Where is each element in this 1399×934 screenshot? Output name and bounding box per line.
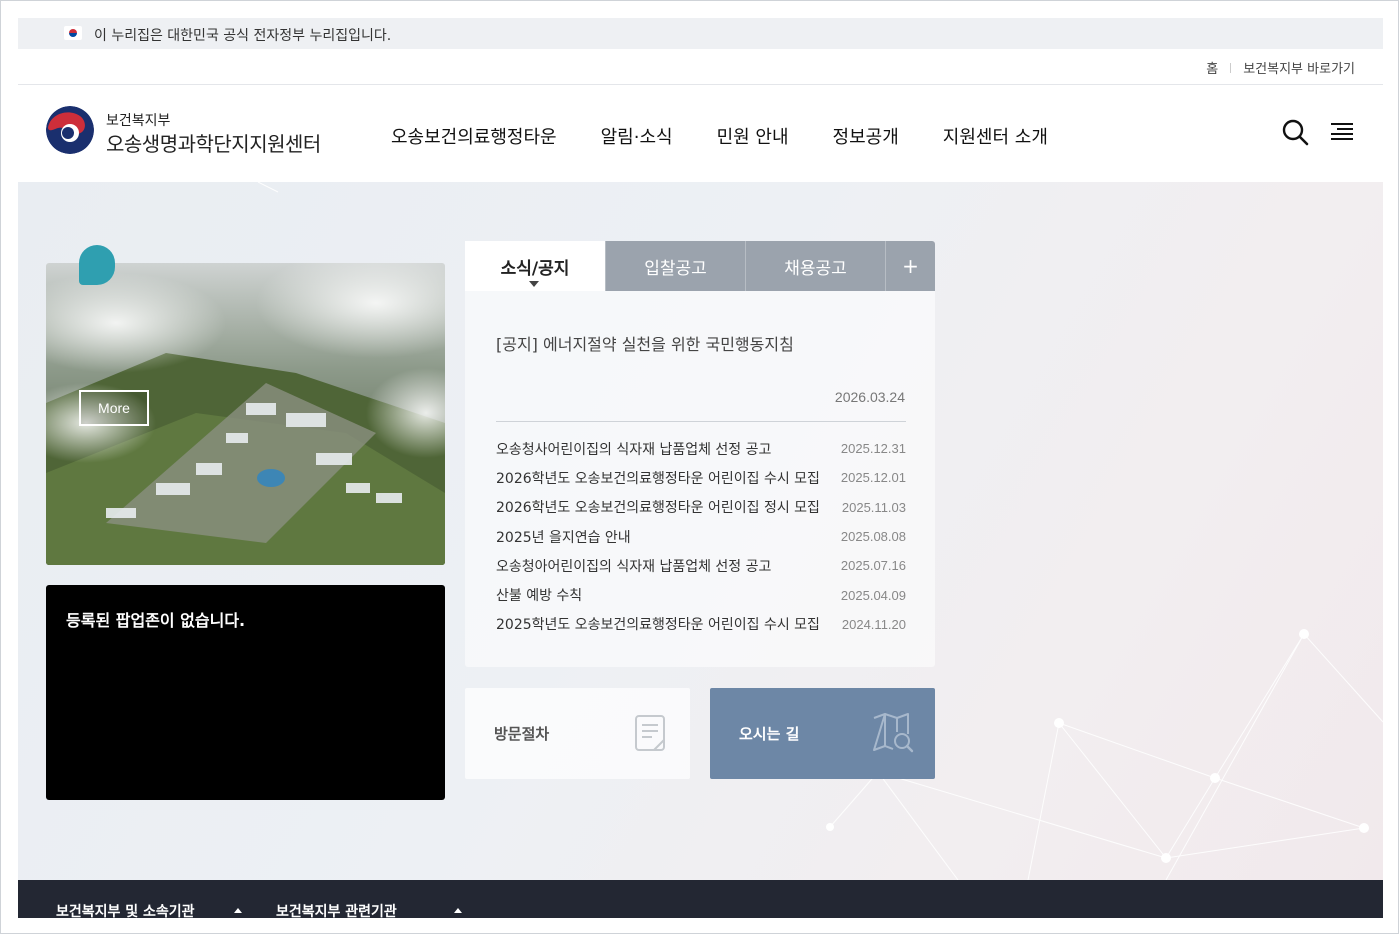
list-item[interactable]: 오송청사어린이집의 식자재 납품업체 선정 공고 2025.12.31 bbox=[496, 434, 906, 463]
popup-empty-message: 등록된 팝업존이 없습니다. bbox=[66, 611, 246, 630]
list-item[interactable]: 2026학년도 오송보건의료행정타운 어린이집 정시 모집 2025.11.03 bbox=[496, 493, 906, 522]
list-item-date: 2025.07.16 bbox=[840, 558, 906, 574]
gov-banner: 이 누리집은 대한민국 공식 전자정부 누리집입니다. bbox=[18, 18, 1383, 49]
center-name: 오송생명과학단지지원센터 bbox=[106, 132, 321, 156]
gnb-item-about[interactable]: 지원센터 소개 bbox=[943, 123, 1048, 149]
list-item[interactable]: 2026학년도 오송보건의료행정타운 어린이집 수시 모집 2025.12.01 bbox=[496, 463, 906, 492]
taegeuk-emblem-icon bbox=[46, 106, 94, 154]
tab-news-notice[interactable]: 소식/공지 bbox=[465, 241, 605, 291]
board-tabs: 소식/공지 입찰공고 채용공고 + bbox=[465, 241, 935, 291]
family-site-label: 보건복지부 및 소속기관 bbox=[56, 904, 195, 918]
popup-zone: 등록된 팝업존이 없습니다. bbox=[46, 585, 445, 800]
list-item-date: 2025.04.09 bbox=[840, 587, 906, 603]
list-item-title: 2026학년도 오송보건의료행정타운 어린이집 정시 모집 bbox=[496, 500, 820, 517]
list-item-date: 2025.12.01 bbox=[840, 470, 906, 486]
main-visual: More 등록된 팝업존이 없습니다. 소식/공지 입찰공고 채용공고 + [공… bbox=[18, 182, 1383, 880]
board-more-button[interactable]: + bbox=[885, 241, 935, 291]
list-item-date: 2025.12.31 bbox=[840, 441, 906, 457]
list-item[interactable]: 2025학년도 오송보건의료행정타운 어린이집 수시 모집 2024.11.20 bbox=[496, 610, 906, 639]
directions-label: 오시는 길 bbox=[739, 725, 800, 743]
global-nav: 오송보건의료행정타운 알림·소식 민원 안내 정보공개 지원센터 소개 bbox=[391, 123, 1092, 149]
page: 이 누리집은 대한민국 공식 전자정부 누리집입니다. 홈 보건복지부 바로가기… bbox=[18, 18, 1383, 918]
list-item-date: 2024.11.20 bbox=[841, 616, 906, 632]
list-item-title: 2025년 을지연습 안내 bbox=[496, 529, 631, 546]
photo-badge-icon bbox=[79, 245, 115, 285]
tab-bid-notice[interactable]: 입찰공고 bbox=[605, 241, 745, 291]
list-item-date: 2025.08.08 bbox=[840, 529, 906, 545]
gov-banner-text: 이 누리집은 대한민국 공식 전자정부 누리집입니다. bbox=[94, 28, 392, 44]
gnb-item-civil-service[interactable]: 민원 안내 bbox=[717, 123, 789, 149]
home-link[interactable]: 홈 bbox=[1206, 58, 1218, 77]
caret-up-icon bbox=[234, 908, 242, 913]
list-item-title: 오송청아어린이집의 식자재 납품업체 선정 공고 bbox=[496, 558, 772, 575]
gnb-item-news[interactable]: 알림·소식 bbox=[601, 123, 673, 149]
visit-procedure-label: 방문절차 bbox=[494, 725, 550, 743]
board-divider bbox=[496, 421, 906, 422]
gnb-item-admin-town[interactable]: 오송보건의료행정타운 bbox=[391, 123, 557, 149]
map-search-icon bbox=[871, 712, 915, 758]
tab-recruit[interactable]: 채용공고 bbox=[745, 241, 885, 291]
ministry-link[interactable]: 보건복지부 바로가기 bbox=[1243, 58, 1355, 77]
directions-button[interactable]: 오시는 길 bbox=[710, 688, 935, 779]
visit-procedure-button[interactable]: 방문절차 bbox=[465, 688, 690, 779]
util-divider bbox=[1230, 62, 1232, 73]
list-item-title: 오송청사어린이집의 식자재 납품업체 선정 공고 bbox=[496, 441, 772, 458]
divider bbox=[18, 84, 1383, 85]
notice-board: 소식/공지 입찰공고 채용공고 + [공지] 에너지절약 실천을 위한 국민행동… bbox=[465, 241, 935, 667]
list-item-title: 2026학년도 오송보건의료행정타운 어린이집 수시 모집 bbox=[496, 470, 820, 487]
menu-icon[interactable] bbox=[1329, 122, 1355, 146]
utility-links: 홈 보건복지부 바로가기 bbox=[1206, 58, 1355, 77]
browser-frame: 이 누리집은 대한민국 공식 전자정부 누리집입니다. 홈 보건복지부 바로가기… bbox=[0, 0, 1399, 934]
aerial-photo: More bbox=[46, 263, 445, 565]
footer-bar: 보건복지부 및 소속기관 보건복지부 관련기관 bbox=[18, 880, 1383, 918]
search-icon[interactable] bbox=[1281, 118, 1309, 150]
family-site-select-ministry[interactable]: 보건복지부 및 소속기관 bbox=[56, 901, 242, 918]
list-item-title: 산불 예방 수칙 bbox=[496, 588, 583, 605]
list-item-title: 2025학년도 오송보건의료행정타운 어린이집 수시 모집 bbox=[496, 617, 820, 634]
more-button[interactable]: More bbox=[79, 390, 149, 426]
family-site-select-related[interactable]: 보건복지부 관련기관 bbox=[276, 901, 462, 918]
list-item-date: 2025.11.03 bbox=[841, 499, 906, 515]
list-item[interactable]: 산불 예방 수칙 2025.04.09 bbox=[496, 580, 906, 609]
gnb-item-info-disclosure[interactable]: 정보공개 bbox=[833, 123, 899, 149]
family-site-label: 보건복지부 관련기관 bbox=[276, 904, 397, 918]
ministry-name: 보건복지부 bbox=[106, 113, 171, 129]
list-item[interactable]: 오송청아어린이집의 식자재 납품업체 선정 공고 2025.07.16 bbox=[496, 551, 906, 580]
korea-flag-icon bbox=[64, 26, 82, 40]
featured-notice-title[interactable]: [공지] 에너지절약 실천을 위한 국민행동지침 bbox=[496, 331, 794, 355]
header-icons bbox=[1281, 118, 1355, 150]
featured-notice-date: 2026.03.24 bbox=[834, 389, 905, 405]
notice-list: 오송청사어린이집의 식자재 납품업체 선정 공고 2025.12.31 2026학… bbox=[496, 434, 906, 639]
caret-up-icon bbox=[454, 908, 462, 913]
document-icon bbox=[634, 714, 668, 756]
site-logo[interactable]: 보건복지부 오송생명과학단지지원센터 bbox=[46, 106, 346, 158]
list-item[interactable]: 2025년 을지연습 안내 2025.08.08 bbox=[496, 522, 906, 551]
